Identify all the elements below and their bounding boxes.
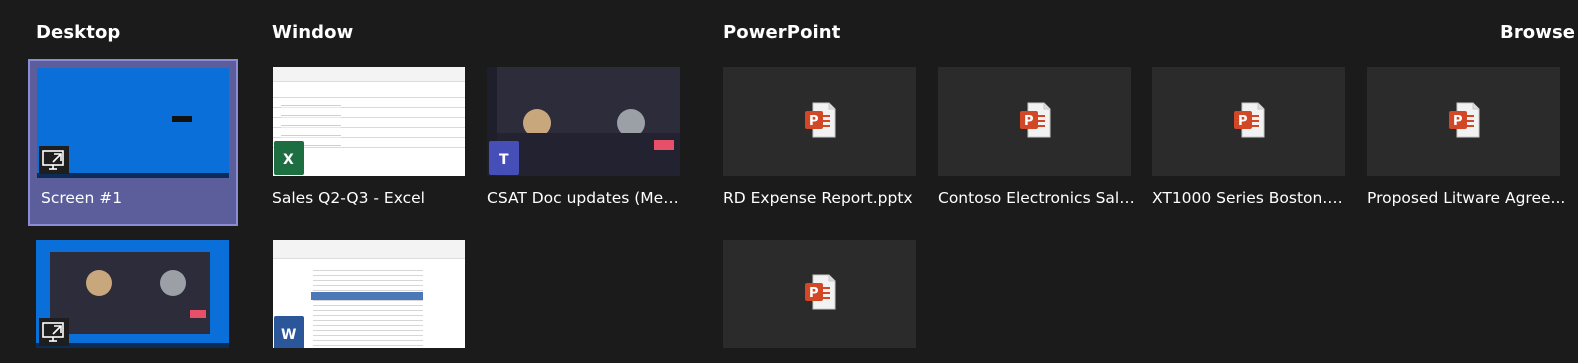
word-icon: W	[274, 316, 304, 348]
window-tile-word[interactable]: W	[273, 240, 465, 348]
window-label-excel: Sales Q2-Q3 - Excel	[272, 189, 425, 207]
svg-text:T: T	[499, 152, 509, 168]
window-label-teams: CSAT Doc updates (Meeti...	[487, 189, 687, 207]
section-header-desktop: Desktop	[36, 22, 121, 43]
powerpoint-file-icon: P	[803, 273, 837, 315]
window-tile-teams[interactable]: T	[487, 67, 680, 176]
svg-text:P: P	[1024, 114, 1034, 129]
powerpoint-file-tile[interactable]: P	[723, 67, 916, 176]
window-tile-excel[interactable]: X	[273, 67, 465, 176]
svg-text:P: P	[1453, 114, 1463, 129]
powerpoint-file-tile[interactable]: P	[1152, 67, 1345, 176]
powerpoint-label: RD Expense Report.pptx	[723, 189, 913, 207]
browse-link[interactable]: Browse	[1500, 22, 1575, 43]
svg-text:X: X	[283, 152, 294, 168]
section-header-powerpoint: PowerPoint	[723, 22, 841, 43]
powerpoint-file-icon: P	[803, 101, 837, 143]
svg-text:W: W	[281, 327, 296, 343]
desktop-tile-screen-1[interactable]: Screen #1	[28, 59, 238, 226]
cast-screen-icon	[39, 146, 69, 174]
cast-screen-icon	[39, 318, 69, 346]
powerpoint-file-icon: P	[1232, 101, 1266, 143]
powerpoint-file-icon: P	[1018, 101, 1052, 143]
excel-icon: X	[274, 141, 304, 175]
desktop-tile-screen-2[interactable]	[36, 240, 229, 348]
svg-text:P: P	[1238, 114, 1248, 129]
powerpoint-file-tile[interactable]: P	[938, 67, 1131, 176]
desktop-tile-label: Screen #1	[41, 189, 123, 207]
powerpoint-file-tile[interactable]: P	[723, 240, 916, 348]
powerpoint-file-icon: P	[1447, 101, 1481, 143]
powerpoint-label: XT1000 Series Boston.pptx	[1152, 189, 1352, 207]
svg-text:P: P	[809, 114, 819, 129]
section-header-window: Window	[272, 22, 354, 43]
powerpoint-label: Contoso Electronics Sales...	[938, 189, 1138, 207]
powerpoint-label: Proposed Litware Agree...	[1367, 189, 1566, 207]
teams-icon: T	[489, 141, 519, 175]
powerpoint-file-tile[interactable]: P	[1367, 67, 1560, 176]
svg-text:P: P	[809, 286, 819, 301]
